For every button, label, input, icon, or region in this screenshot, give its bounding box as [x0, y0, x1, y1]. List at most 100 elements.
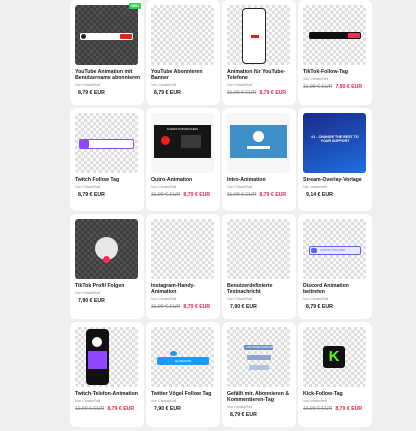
product-price: 11,99 € EUR 8,79 € EUR	[227, 191, 287, 198]
product-card[interactable]: Benutzerdefinierte Textnachricht Von Cre…	[222, 214, 296, 319]
follow-plus-icon	[103, 256, 110, 263]
product-thumbnail[interactable]	[227, 5, 290, 65]
product-price: 11,99 € EUR 8,79 € EUR	[227, 90, 287, 97]
outro-caption: THANKS FOR WATCHING	[166, 128, 199, 131]
product-thumbnail[interactable]	[227, 113, 290, 173]
product-thumbnail[interactable]	[75, 5, 138, 65]
twitter-bird-icon	[170, 351, 177, 356]
outro-avatar	[161, 136, 170, 145]
product-title[interactable]: TikTok Profil Folgen	[75, 283, 141, 289]
avatar	[81, 34, 86, 39]
product-card[interactable]: Twitch-Telefon-Animation Von CreatorSell…	[70, 322, 144, 427]
intro-name-bar	[247, 146, 270, 149]
product-title[interactable]: TikTok-Follow-Tag	[303, 69, 369, 75]
product-price: 11,99 € EUR 8,79 € EUR	[151, 304, 211, 311]
product-seller: Von CreatorSell	[151, 184, 177, 189]
product-title[interactable]: Outro-Animation	[151, 177, 217, 183]
product-thumbnail[interactable]: #1 - CHANGE THE BEST TO YOUR SUPPORT	[303, 113, 366, 173]
like-caption: LIKE SHARE SUBSCRIBE	[246, 346, 275, 349]
product-thumbnail[interactable]	[75, 219, 138, 279]
product-card[interactable]: K Kick-Follow-Tag Von creatorsell 11,99 …	[298, 322, 372, 427]
twitter-handle: @CREATOR	[175, 359, 192, 363]
product-seller: Von creatorsell	[303, 184, 327, 189]
kick-letter: K	[328, 348, 340, 365]
product-thumbnail[interactable]: JOIN MY DISCORD	[303, 219, 366, 279]
twitch-icon	[80, 140, 89, 148]
product-seller: Von CreatorSell	[75, 398, 101, 403]
discord-caption: JOIN MY DISCORD	[320, 248, 345, 252]
product-title[interactable]: YouTube Abonnieren Banner	[151, 69, 217, 82]
product-title[interactable]: Instagram-Handy-Animation	[151, 283, 217, 296]
product-title[interactable]: Twitch Follow Tag	[75, 177, 141, 183]
phone-avatar	[92, 337, 102, 347]
product-thumbnail[interactable]: LIKE SHARE SUBSCRIBE	[227, 327, 290, 387]
product-title[interactable]: Kick-Follow-Tag	[303, 391, 369, 397]
product-price: 8,79 € EUR	[230, 412, 257, 419]
new-badge: NEU	[129, 3, 141, 9]
product-card[interactable]: YouTube Abonnieren Banner Von CreatorSel…	[146, 0, 220, 105]
product-seller: Von CreatorSell	[151, 297, 177, 302]
overlay-text: #1 - CHANGE THE BEST TO YOUR SUPPORT	[311, 135, 359, 144]
product-card[interactable]: NEU YouTube Animation mit Benutzername a…	[70, 0, 144, 105]
product-price: 8,79 € EUR	[154, 90, 181, 97]
product-price: 8,79 € EUR	[78, 191, 105, 198]
product-thumbnail[interactable]: THANKS FOR WATCHING	[151, 113, 214, 173]
product-title[interactable]: Twitch-Telefon-Animation	[75, 391, 141, 397]
product-price: 11,99 € EUR 8,79 € EUR	[151, 191, 211, 198]
product-card[interactable]: THANKS FOR WATCHING Outro-Animation Von …	[146, 108, 220, 211]
subscribe-button	[251, 35, 259, 38]
product-title[interactable]: Gefällt mir, Abonnieren & Kommentieren-T…	[227, 391, 293, 404]
product-card[interactable]: Instagram-Handy-Animation Von CreatorSel…	[146, 214, 220, 319]
product-price: 8,79 € EUR	[78, 90, 105, 97]
product-title[interactable]: Stream-Overlay-Vorlage	[303, 177, 369, 183]
subscribe-tag	[249, 365, 269, 370]
product-price: 7,90 € EUR	[230, 304, 257, 311]
twitch-screen	[88, 351, 107, 369]
product-seller: Von CreatorSell	[151, 83, 177, 88]
product-thumbnail[interactable]	[75, 113, 138, 173]
product-card[interactable]: Twitch Follow Tag Von CreatorSell 8,79 €…	[70, 108, 144, 211]
product-thumbnail[interactable]	[227, 219, 290, 279]
product-thumbnail[interactable]	[151, 219, 214, 279]
product-seller: Von CreatorSell	[227, 83, 253, 88]
product-price: 11,99 € EUR 8,79 € EUR	[75, 405, 135, 412]
subscribe-button	[120, 34, 132, 39]
product-price: 7,90 € EUR	[154, 405, 181, 412]
product-seller: Von CreatorSell	[227, 184, 253, 189]
product-thumbnail[interactable]: K	[303, 327, 366, 387]
product-price: 8,79 € EUR	[306, 304, 333, 311]
product-thumbnail[interactable]	[303, 5, 366, 65]
product-card[interactable]: Intro-Animation Von CreatorSell 11,99 € …	[222, 108, 296, 211]
product-thumbnail[interactable]	[75, 327, 138, 387]
product-seller: Von CreatorSell	[303, 76, 329, 81]
product-thumbnail[interactable]	[151, 5, 214, 65]
follow-button	[348, 33, 360, 38]
product-seller: Von CreatorSell	[75, 184, 101, 189]
product-price: 7,90 € EUR	[78, 297, 105, 304]
product-title[interactable]: Twitter Vögel Follow Tag	[151, 391, 217, 397]
product-title[interactable]: Benutzerdefinierte Textnachricht	[227, 283, 293, 296]
product-seller: Von CreatorSell	[227, 405, 253, 410]
product-title[interactable]: Discord Animation beitreten	[303, 283, 369, 296]
product-seller: Von CreatorSell	[75, 83, 101, 88]
intro-avatar	[253, 131, 264, 142]
product-seller: Von CreatorSell	[75, 290, 101, 295]
product-card[interactable]: JOIN MY DISCORD Discord Animation beitre…	[298, 214, 372, 319]
product-seller: Von CreatorSell	[303, 297, 329, 302]
product-card[interactable]: Animation für YouTube-Telefone Von Creat…	[222, 0, 296, 105]
product-seller: Von creatorsell	[303, 398, 327, 403]
product-thumbnail[interactable]: @CREATOR	[151, 327, 214, 387]
product-title[interactable]: YouTube Animation mit Benutzername abonn…	[75, 69, 141, 82]
share-tag	[247, 355, 271, 360]
product-seller: Von CreatorSell	[227, 297, 253, 302]
product-title[interactable]: Intro-Animation	[227, 177, 293, 183]
product-card[interactable]: @CREATOR Twitter Vögel Follow Tag Von Cr…	[146, 322, 220, 427]
product-price: 11,99 € EUR 7,90 € EUR	[303, 83, 363, 90]
product-title[interactable]: Animation für YouTube-Telefone	[227, 69, 293, 82]
product-card[interactable]: TikTok Profil Folgen Von CreatorSell 7,9…	[70, 214, 144, 319]
product-card[interactable]: #1 - CHANGE THE BEST TO YOUR SUPPORT Str…	[298, 108, 372, 211]
video-placeholder	[181, 135, 201, 148]
product-card[interactable]: LIKE SHARE SUBSCRIBE Gefällt mir, Abonni…	[222, 322, 296, 427]
discord-icon	[311, 248, 317, 253]
product-card[interactable]: TikTok-Follow-Tag Von CreatorSell 11,99 …	[298, 0, 372, 105]
